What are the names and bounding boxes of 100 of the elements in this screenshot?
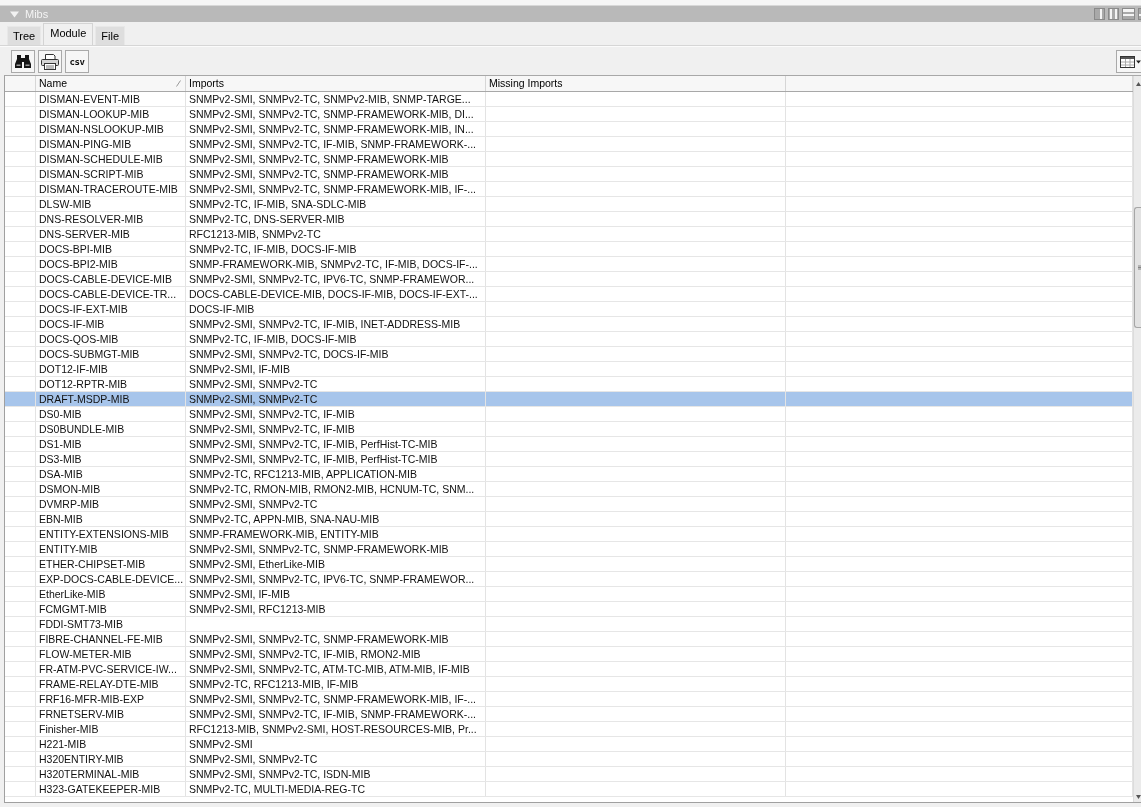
name-cell: FR-ATM-PVC-SERVICE-IW... xyxy=(36,662,186,676)
imports-cell: SNMPv2-SMI, SNMPv2-TC, IF-MIB, PerfHist-TC-MIB xyxy=(186,452,486,466)
name-cell: DS0BUNDLE-MIB xyxy=(36,422,186,436)
imports-cell: SNMPv2-SMI, SNMPv2-TC, SNMP-FRAMEWORK-MIB xyxy=(186,152,486,166)
imports-cell: SNMPv2-SMI, SNMPv2-TC, IPV6-TC, SNMP-FRAMEWOR... xyxy=(186,272,486,286)
table-row[interactable]: H320TERMINAL-MIB SNMPv2-SMI, SNMPv2-TC, ISDN-MIB xyxy=(5,767,1133,782)
table-row[interactable]: DOCS-SUBMGT-MIB SNMPv2-SMI, SNMPv2-TC, DOCS-IF-MIB xyxy=(5,347,1133,362)
table-row[interactable]: FDDI-SMT73-MIB xyxy=(5,617,1133,632)
table-row[interactable]: DISMAN-NSLOOKUP-MIB SNMPv2-SMI, SNMPv2-TC, SNMP-FRAMEWORK-MIB, IN... xyxy=(5,122,1133,137)
csv-export-button[interactable]: csv xyxy=(65,50,89,73)
table-row[interactable]: EtherLike-MIB SNMPv2-SMI, IF-MIB xyxy=(5,587,1133,602)
triangle-icon[interactable] xyxy=(10,10,19,18)
tab[interactable]: Tree xyxy=(7,26,42,45)
grip-icon xyxy=(1138,265,1141,270)
column-header[interactable]: Missing Imports xyxy=(486,76,786,91)
print-button[interactable] xyxy=(38,50,62,73)
table-row[interactable]: DOCS-IF-EXT-MIB DOCS-IF-MIB xyxy=(5,302,1133,317)
table-row[interactable]: EBN-MIB SNMPv2-TC, APPN-MIB, SNA-NAU-MIB xyxy=(5,512,1133,527)
table-row[interactable]: DSMON-MIB SNMPv2-TC, RMON-MIB, RMON2-MIB, HCNUM-TC, SNM... xyxy=(5,482,1133,497)
name-cell: H320ENTIRY-MIB xyxy=(36,752,186,766)
name-cell: Finisher-MIB xyxy=(36,722,186,736)
table-row[interactable]: FCMGMT-MIB SNMPv2-SMI, RFC1213-MIB xyxy=(5,602,1133,617)
pane-layout-icon[interactable] xyxy=(1108,8,1119,20)
table-row[interactable]: DRAFT-MSDP-MIB SNMPv2-SMI, SNMPv2-TC xyxy=(5,392,1133,407)
imports-cell: SNMPv2-SMI, SNMPv2-TC xyxy=(186,752,486,766)
scrollbar[interactable] xyxy=(1133,76,1141,802)
imports-cell: SNMPv2-SMI, SNMPv2-TC xyxy=(186,377,486,391)
table-row[interactable]: DOCS-QOS-MIB SNMPv2-TC, IF-MIB, DOCS-IF-MIB xyxy=(5,332,1133,347)
table-row[interactable]: DOT12-IF-MIB SNMPv2-SMI, IF-MIB xyxy=(5,362,1133,377)
imports-cell: RFC1213-MIB, SNMPv2-SMI, HOST-RESOURCES-MIB, Pr... xyxy=(186,722,486,736)
table-row[interactable]: FLOW-METER-MIB SNMPv2-SMI, SNMPv2-TC, IF-MIB, RMON2-MIB xyxy=(5,647,1133,662)
name-cell: DS1-MIB xyxy=(36,437,186,451)
column-header[interactable]: Name xyxy=(36,76,186,91)
table-row[interactable]: ENTITY-EXTENSIONS-MIB SNMP-FRAMEWORK-MIB, ENTITY-MIB xyxy=(5,527,1133,542)
table-row[interactable]: DSA-MIB SNMPv2-TC, RFC1213-MIB, APPLICATION-MIB xyxy=(5,467,1133,482)
imports-cell: SNMPv2-SMI, SNMPv2-TC, IF-MIB xyxy=(186,422,486,436)
table-row[interactable]: DOT12-RPTR-MIB SNMPv2-SMI, SNMPv2-TC xyxy=(5,377,1133,392)
scroll-down-arrow-icon[interactable] xyxy=(1136,795,1141,799)
imports-cell: SNMPv2-SMI, SNMPv2-TC, IF-MIB, SNMP-FRAMEWORK-... xyxy=(186,707,486,721)
table-row[interactable]: H221-MIB SNMPv2-SMI xyxy=(5,737,1133,752)
table-row[interactable]: H323-GATEKEEPER-MIB SNMPv2-TC, MULTI-MEDIA-REG-TC xyxy=(5,782,1133,797)
table-row[interactable]: DOCS-BPI2-MIB SNMP-FRAMEWORK-MIB, SNMPv2-TC, IF-MIB, DOCS-IF-... xyxy=(5,257,1133,272)
imports-cell: SNMPv2-SMI, RFC1213-MIB xyxy=(186,602,486,616)
name-cell: H320TERMINAL-MIB xyxy=(36,767,186,781)
table-row[interactable]: ENTITY-MIB SNMPv2-SMI, SNMPv2-TC, SNMP-FRAMEWORK-MIB xyxy=(5,542,1133,557)
name-cell: DOCS-SUBMGT-MIB xyxy=(36,347,186,361)
pane-layout-icon[interactable] xyxy=(1138,8,1141,20)
imports-cell: SNMPv2-SMI, SNMPv2-TC, IPV6-TC, SNMP-FRAMEWOR... xyxy=(186,572,486,586)
table-row[interactable]: DOCS-BPI-MIB SNMPv2-TC, IF-MIB, DOCS-IF-MIB xyxy=(5,242,1133,257)
table-row[interactable]: ETHER-CHIPSET-MIB SNMPv2-SMI, EtherLike-MIB xyxy=(5,557,1133,572)
name-cell: FLOW-METER-MIB xyxy=(36,647,186,661)
table-row[interactable]: FRF16-MFR-MIB-EXP SNMPv2-SMI, SNMPv2-TC, SNMP-FRAMEWORK-MIB, IF-... xyxy=(5,692,1133,707)
table-row[interactable]: FRAME-RELAY-DTE-MIB SNMPv2-TC, RFC1213-MIB, IF-MIB xyxy=(5,677,1133,692)
imports-cell: SNMPv2-SMI xyxy=(186,737,486,751)
name-cell: ENTITY-MIB xyxy=(36,542,186,556)
name-cell: FRNETSERV-MIB xyxy=(36,707,186,721)
name-cell: DISMAN-SCHEDULE-MIB xyxy=(36,152,186,166)
tab[interactable]: Module xyxy=(43,23,94,45)
table-row[interactable]: EXP-DOCS-CABLE-DEVICE... SNMPv2-SMI, SNMPv2-TC, IPV6-TC, SNMP-FRAMEWOR... xyxy=(5,572,1133,587)
table-row[interactable]: DS0BUNDLE-MIB SNMPv2-SMI, SNMPv2-TC, IF-MIB xyxy=(5,422,1133,437)
table-row[interactable]: H320ENTIRY-MIB SNMPv2-SMI, SNMPv2-TC xyxy=(5,752,1133,767)
table-row[interactable]: DISMAN-LOOKUP-MIB SNMPv2-SMI, SNMPv2-TC, SNMP-FRAMEWORK-MIB, DI... xyxy=(5,107,1133,122)
pane-layout-icon[interactable] xyxy=(1122,8,1135,20)
table-row[interactable]: DLSW-MIB SNMPv2-TC, IF-MIB, SNA-SDLC-MIB xyxy=(5,197,1133,212)
table-row[interactable]: FR-ATM-PVC-SERVICE-IW... SNMPv2-SMI, SNMPv2-TC, ATM-TC-MIB, ATM-MIB, IF-MIB xyxy=(5,662,1133,677)
name-cell: DSMON-MIB xyxy=(36,482,186,496)
table-row[interactable]: FIBRE-CHANNEL-FE-MIB SNMPv2-SMI, SNMPv2-TC, SNMP-FRAMEWORK-MIB xyxy=(5,632,1133,647)
table-row[interactable]: DS3-MIB SNMPv2-SMI, SNMPv2-TC, IF-MIB, PerfHist-TC-MIB xyxy=(5,452,1133,467)
table-row[interactable]: DISMAN-SCHEDULE-MIB SNMPv2-SMI, SNMPv2-TC, SNMP-FRAMEWORK-MIB xyxy=(5,152,1133,167)
table-row[interactable]: DISMAN-EVENT-MIB SNMPv2-SMI, SNMPv2-TC, SNMPv2-MIB, SNMP-TARGE... xyxy=(5,92,1133,107)
column-chooser-button[interactable] xyxy=(1116,50,1141,73)
name-cell: DISMAN-TRACEROUTE-MIB xyxy=(36,182,186,196)
name-cell: DISMAN-LOOKUP-MIB xyxy=(36,107,186,121)
table-row[interactable]: DS0-MIB SNMPv2-SMI, SNMPv2-TC, IF-MIB xyxy=(5,407,1133,422)
pane-layout-icon[interactable] xyxy=(1094,8,1105,20)
table-row[interactable]: DVMRP-MIB SNMPv2-SMI, SNMPv2-TC xyxy=(5,497,1133,512)
table-row[interactable]: DOCS-IF-MIB SNMPv2-SMI, SNMPv2-TC, IF-MIB, INET-ADDRESS-MIB xyxy=(5,317,1133,332)
table-row[interactable]: DS1-MIB SNMPv2-SMI, SNMPv2-TC, IF-MIB, PerfHist-TC-MIB xyxy=(5,437,1133,452)
column-header[interactable]: Imports xyxy=(186,76,486,91)
tab[interactable]: File xyxy=(95,26,126,45)
name-cell: FCMGMT-MIB xyxy=(36,602,186,616)
table-row[interactable]: DOCS-CABLE-DEVICE-TR... DOCS-CABLE-DEVICE-MIB, DOCS-IF-MIB, DOCS-IF-EXT-... xyxy=(5,287,1133,302)
table-row[interactable]: DISMAN-TRACEROUTE-MIB SNMPv2-SMI, SNMPv2-TC, SNMP-FRAMEWORK-MIB, IF-... xyxy=(5,182,1133,197)
scrollbar-thumb[interactable] xyxy=(1134,207,1141,328)
imports-cell: SNMPv2-SMI, SNMPv2-TC, SNMP-FRAMEWORK-MIB xyxy=(186,542,486,556)
table-row[interactable]: DISMAN-PING-MIB SNMPv2-SMI, SNMPv2-TC, IF-MIB, SNMP-FRAMEWORK-... xyxy=(5,137,1133,152)
table-row[interactable]: FRNETSERV-MIB SNMPv2-SMI, SNMPv2-TC, IF-MIB, SNMP-FRAMEWORK-... xyxy=(5,707,1133,722)
imports-cell: SNMPv2-SMI, SNMPv2-TC, SNMP-FRAMEWORK-MIB, IF-... xyxy=(186,692,486,706)
name-cell: DOCS-IF-MIB xyxy=(36,317,186,331)
name-cell: EtherLike-MIB xyxy=(36,587,186,601)
imports-cell: DOCS-IF-MIB xyxy=(186,302,486,316)
find-button[interactable] xyxy=(11,50,35,73)
table-row[interactable]: DNS-RESOLVER-MIB SNMPv2-TC, DNS-SERVER-MIB xyxy=(5,212,1133,227)
imports-cell: SNMPv2-SMI, SNMPv2-TC, SNMP-FRAMEWORK-MIB xyxy=(186,167,486,181)
scroll-up-arrow-icon[interactable] xyxy=(1136,82,1141,86)
imports-cell: SNMPv2-TC, IF-MIB, SNA-SDLC-MIB xyxy=(186,197,486,211)
table-row[interactable]: DISMAN-SCRIPT-MIB SNMPv2-SMI, SNMPv2-TC, SNMP-FRAMEWORK-MIB xyxy=(5,167,1133,182)
table-row[interactable]: DNS-SERVER-MIB RFC1213-MIB, SNMPv2-TC xyxy=(5,227,1133,242)
table-row[interactable]: DOCS-CABLE-DEVICE-MIB SNMPv2-SMI, SNMPv2-TC, IPV6-TC, SNMP-FRAMEWOR... xyxy=(5,272,1133,287)
table-row[interactable]: Finisher-MIB RFC1213-MIB, SNMPv2-SMI, HOST-RESOURCES-MIB, Pr... xyxy=(5,722,1133,737)
